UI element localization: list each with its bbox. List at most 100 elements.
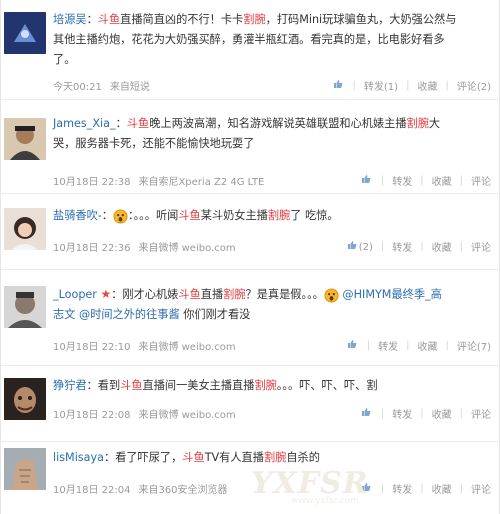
post-time[interactable]: 10月18日 22:04	[53, 485, 130, 496]
comment-button[interactable]: 评论	[471, 173, 491, 188]
mention-link[interactable]: @HIMYM最终季_高	[339, 288, 441, 301]
divider: |	[406, 80, 410, 91]
divider: |	[380, 483, 385, 494]
post-source[interactable]: 来自短说	[110, 82, 150, 93]
keyword-highlight: 割腕	[243, 13, 266, 26]
post-time[interactable]: 10月18日 22:08	[53, 410, 130, 421]
post-text: 直播	[200, 288, 224, 301]
username-link[interactable]: 培源吴	[53, 13, 87, 26]
post-text: 自杀的	[286, 451, 320, 464]
keyword-highlight: 斗鱼	[120, 379, 143, 392]
post-item: _Looper ★：刚才心机婊斗鱼直播割腕？是真是假。。。 @HIMYM最终季_…	[1, 270, 500, 366]
like-button[interactable]	[347, 339, 359, 352]
comment-button[interactable]: 评论(2)	[457, 78, 491, 93]
emoji-icon	[324, 287, 339, 303]
comment-button[interactable]: 评论(7)	[457, 338, 491, 353]
weibo-feed: 培源吴：斗鱼直播简直凶的不行！卡卡割腕，打码Mini玩球骗鱼丸，大奶强公然与 其…	[0, 0, 500, 514]
post-text: 直播间一美女主播直播	[142, 379, 255, 392]
keyword-highlight: 斗鱼	[178, 288, 201, 301]
repost-button[interactable]: 转发	[392, 481, 412, 496]
divider: |	[380, 241, 385, 252]
thumbs-up-icon	[361, 175, 371, 183]
post-content: 狰狞君：看到斗鱼直播间一美女主播直播割腕。。。吓、吓、吓、割	[53, 376, 491, 396]
keyword-highlight: 斗鱼	[126, 117, 150, 130]
post-meta: 10月18日 22:38 来自索尼Xperia Z2 4G LTE	[53, 173, 264, 188]
post-time[interactable]: 10月18日 22:36	[53, 243, 130, 254]
post-text-line-1: 狰狞君：看到斗鱼直播间一美女主播直播割腕。。。吓、吓、吓、割	[53, 376, 491, 396]
username-link[interactable]: 狰狞君	[53, 379, 87, 392]
favorite-button[interactable]: 收藏	[432, 173, 452, 188]
favorite-button[interactable]: 收藏	[432, 406, 452, 421]
favorite-button[interactable]: 收藏	[432, 481, 452, 496]
mention-link[interactable]: 志文	[53, 308, 79, 321]
favorite-button[interactable]: 收藏	[417, 338, 437, 353]
post-text-line-1: lisMisaya：看了吓尿了，斗鱼TV有人直播割腕自杀的	[53, 448, 491, 468]
keyword-highlight: 斗鱼	[97, 13, 121, 26]
mention-link[interactable]: @时间之外的往事酱	[79, 308, 180, 321]
username-link[interactable]: lisMisaya	[53, 451, 104, 464]
repost-button[interactable]: 转发	[392, 239, 412, 254]
post-meta: 10月18日 22:10 来自微博 weibo.com	[53, 338, 236, 353]
username-link[interactable]: _Looper	[53, 288, 97, 301]
username-link[interactable]: 盐骑香吹-	[53, 209, 102, 222]
comment-button[interactable]: 评论	[471, 239, 491, 254]
divider: |	[459, 483, 463, 494]
post-source[interactable]: 来自360安全浏览器	[138, 485, 227, 496]
divider: |	[420, 175, 424, 186]
comment-button[interactable]: 评论	[471, 481, 491, 496]
thumbs-up-icon	[361, 408, 371, 416]
post-time[interactable]: 10月18日 22:38	[53, 177, 130, 188]
keyword-highlight: 割腕	[267, 209, 291, 222]
repost-button[interactable]: 转发	[392, 173, 412, 188]
repost-button[interactable]: 转发	[378, 338, 398, 353]
avatar[interactable]	[4, 448, 46, 490]
avatar[interactable]	[4, 118, 46, 160]
post-text-line-2: 其他主播约炮，花花为大奶强买醉，勇灌半瓶红酒。看完真的是，比电影好看多	[53, 30, 491, 50]
post-text: 你们刚才看没	[179, 308, 251, 321]
post-source[interactable]: 来自微博 weibo.com	[138, 243, 235, 254]
avatar[interactable]	[4, 286, 46, 328]
post-text: ？是真是假。。。	[245, 288, 324, 301]
keyword-highlight: 斗鱼	[178, 209, 201, 222]
repost-button[interactable]: 转发	[392, 406, 412, 421]
divider: |	[420, 483, 424, 494]
divider: |	[420, 241, 424, 252]
post-meta: 今天00:21 来自短说	[53, 78, 150, 93]
post-text: TV有人直播	[204, 451, 264, 464]
post-text: ：。。。听闻	[128, 209, 179, 222]
post-actions: | 转发 | 收藏 | 评论	[361, 173, 491, 188]
divider: |	[420, 408, 424, 419]
post-time[interactable]: 今天00:21	[53, 82, 102, 93]
like-button[interactable]	[361, 174, 373, 187]
watermark-url: www.yxfsr.com	[291, 496, 359, 506]
post-source[interactable]: 来自微博 weibo.com	[138, 410, 235, 421]
username-link[interactable]: James_Xia_	[53, 117, 116, 130]
post-meta: 10月18日 22:08 来自微博 weibo.com	[53, 406, 236, 421]
favorite-button[interactable]: 收藏	[432, 239, 452, 254]
avatar[interactable]	[4, 378, 46, 420]
emoji-icon	[113, 208, 128, 224]
comment-button[interactable]: 评论	[471, 406, 491, 421]
favorite-button[interactable]: 收藏	[417, 78, 437, 93]
post-source[interactable]: 来自索尼Xperia Z2 4G LTE	[138, 177, 264, 188]
like-button[interactable]	[361, 407, 373, 420]
like-button[interactable]	[333, 79, 345, 92]
avatar[interactable]	[4, 208, 46, 250]
post-content: James_Xia_：斗鱼晚上两波高潮，知名游戏解说英雄联盟和心机婊主播割腕大 …	[53, 114, 491, 154]
avatar[interactable]	[4, 12, 46, 54]
post-source[interactable]: 来自微博 weibo.com	[138, 342, 235, 353]
post-text: ：看了吓尿了，	[103, 451, 183, 464]
post-content: 盐骑香吹-： ：。。。听闻斗鱼某斗奶女主播割腕了 吃惊。	[53, 206, 491, 226]
repost-button[interactable]: 转发(1)	[364, 78, 398, 93]
post-time[interactable]: 10月18日 22:10	[53, 342, 130, 353]
post-actions: | 转发(1) | 收藏 | 评论(2)	[333, 78, 491, 93]
post-actions: | 转发 | 收藏 | 评论(7)	[347, 338, 491, 353]
post-text: 了。	[53, 53, 76, 66]
post-text: ，打码Mini玩球骗鱼丸，大奶强公然与	[265, 13, 457, 26]
post-text: 直播简直凶的不行！卡卡	[120, 13, 244, 26]
post-text: ：看到	[86, 379, 121, 392]
keyword-highlight: 斗鱼	[182, 451, 205, 464]
post-text-line-1: _Looper ★：刚才心机婊斗鱼直播割腕？是真是假。。。 @HIMYM最终季_…	[53, 284, 491, 305]
like-button[interactable]: (2)	[347, 240, 373, 253]
like-count: (2)	[358, 242, 373, 253]
